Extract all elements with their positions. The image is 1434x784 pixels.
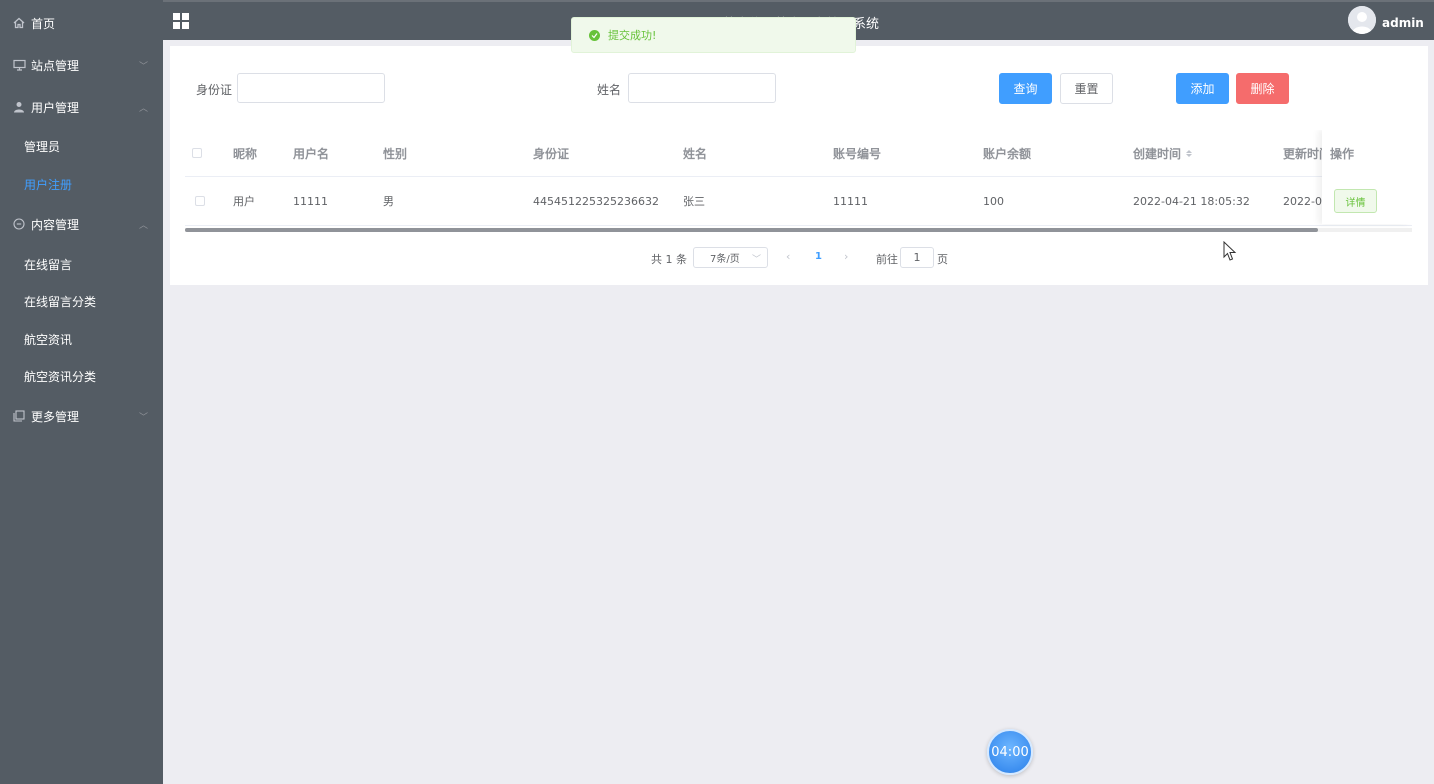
sidebar-subitem-message-category[interactable]: 在线留言分类: [0, 282, 163, 320]
page-number-current[interactable]: 1: [815, 251, 822, 262]
cell-id-card: 445451225325236632: [533, 194, 659, 208]
sidebar-subitem-news-category[interactable]: 航空资讯分类: [0, 357, 163, 395]
column-header: 性别: [383, 146, 408, 161]
column-header: 账户余额: [983, 146, 1032, 161]
chevron-down-icon: ﹀: [751, 255, 761, 265]
page-unit-label: 页: [937, 253, 948, 266]
user-icon: [12, 100, 26, 114]
pagination-total: 共 1 条: [651, 253, 687, 266]
chevron-down-icon: ﹀: [138, 412, 148, 423]
sidebar-subitem-aviation-news[interactable]: 航空资讯: [0, 320, 163, 358]
delete-button[interactable]: 删除: [1236, 73, 1289, 104]
add-button[interactable]: 添加: [1176, 73, 1229, 104]
success-toast: 提交成功!: [571, 17, 856, 53]
sidebar-subitem-label: 用户注册: [24, 177, 73, 192]
sort-caret-icon[interactable]: [1186, 149, 1193, 157]
sidebar-item-label: 站点管理: [31, 58, 80, 73]
next-page-icon[interactable]: ›: [844, 250, 848, 263]
horizontal-scrollbar[interactable]: [185, 228, 1412, 232]
main-panel: 身份证 姓名 查询 重置 添加 删除 昵称 用户名 性别 身份证 姓名 账号编号…: [170, 46, 1428, 285]
id-card-label: 身份证: [196, 83, 233, 97]
reset-button[interactable]: 重置: [1060, 73, 1113, 104]
column-header-sortable[interactable]: 创建时间: [1133, 130, 1193, 176]
sidebar-item-label: 首页: [31, 16, 56, 31]
cell-nickname: 用户: [233, 195, 255, 208]
cell-name: 张三: [683, 195, 705, 208]
detail-button[interactable]: 详情: [1334, 189, 1377, 213]
sidebar-item-site[interactable]: 站点管理 ﹀: [0, 46, 163, 84]
sidebar-item-label: 用户管理: [31, 100, 80, 115]
monitor-icon: [12, 58, 26, 72]
sidebar-subitem-label: 航空资讯: [24, 332, 73, 347]
sidebar-subitem-label: 航空资讯分类: [24, 369, 97, 384]
action-column: 操作 详情: [1322, 130, 1412, 224]
page-size-value: 7条/页: [710, 254, 740, 265]
prev-page-icon[interactable]: ‹: [786, 250, 790, 263]
row-checkbox[interactable]: [195, 177, 205, 225]
sidebar-subitem-user-register[interactable]: 用户注册: [0, 165, 163, 203]
grid-menu-icon[interactable]: [173, 13, 189, 29]
cell-username: 11111: [293, 194, 328, 208]
column-header: 身份证: [533, 146, 570, 161]
copy-icon: [12, 409, 26, 423]
cell-account-no: 11111: [833, 194, 868, 208]
sidebar-subitem-admin[interactable]: 管理员: [0, 127, 163, 165]
sidebar: 首页 站点管理 ﹀ 用户管理 ︿ 管理员 用户注册 内容管理 ︿ 在线留言 在线…: [0, 0, 163, 784]
sidebar-item-content[interactable]: 内容管理 ︿: [0, 205, 163, 243]
column-header-label: 创建时间: [1133, 146, 1182, 161]
avatar[interactable]: [1348, 6, 1376, 34]
toast-message: 提交成功!: [608, 29, 657, 42]
username[interactable]: admin: [1382, 16, 1424, 30]
name-input[interactable]: [628, 73, 776, 103]
sidebar-item-label: 内容管理: [31, 217, 80, 232]
column-header: 用户名: [293, 146, 330, 161]
column-header: 账号编号: [833, 146, 882, 161]
cell-gender: 男: [383, 195, 394, 208]
goto-page-input[interactable]: 1: [900, 247, 934, 268]
chevron-up-icon: ︿: [138, 220, 148, 231]
id-card-input[interactable]: [237, 73, 385, 103]
countdown-timer[interactable]: 04:00: [987, 729, 1033, 775]
mouse-cursor-icon: [1223, 240, 1237, 265]
select-all-checkbox[interactable]: [192, 130, 202, 176]
scrollbar-thumb[interactable]: [185, 228, 1318, 232]
column-header: 操作: [1330, 146, 1355, 161]
chat-icon: [12, 217, 26, 231]
name-label: 姓名: [597, 83, 622, 97]
sidebar-subitem-label: 在线留言: [24, 257, 73, 272]
sidebar-subitem-online-message[interactable]: 在线留言: [0, 245, 163, 283]
page-size-select[interactable]: 7条/页 ﹀: [693, 247, 768, 268]
sidebar-subitem-label: 管理员: [24, 139, 61, 154]
home-icon: [12, 16, 26, 30]
column-header: 姓名: [683, 146, 708, 161]
sidebar-item-home[interactable]: 首页: [0, 4, 163, 42]
sidebar-subitem-label: 在线留言分类: [24, 294, 97, 309]
goto-label: 前往: [876, 253, 898, 266]
chevron-up-icon: ︿: [138, 103, 148, 114]
sidebar-item-more[interactable]: 更多管理 ﹀: [0, 397, 163, 435]
cell-created-time: 2022-04-21 18:05:32: [1133, 194, 1250, 208]
chevron-down-icon: ﹀: [138, 61, 148, 72]
query-button[interactable]: 查询: [999, 73, 1052, 104]
data-table: 昵称 用户名 性别 身份证 姓名 账号编号 账户余额 创建时间 更新时间 用户 …: [185, 130, 1412, 234]
cell-balance: 100: [983, 194, 1004, 208]
sidebar-item-label: 更多管理: [31, 409, 80, 424]
sidebar-item-user[interactable]: 用户管理 ︿: [0, 88, 163, 126]
check-circle-icon: [589, 29, 600, 41]
column-header: 昵称: [233, 146, 258, 161]
